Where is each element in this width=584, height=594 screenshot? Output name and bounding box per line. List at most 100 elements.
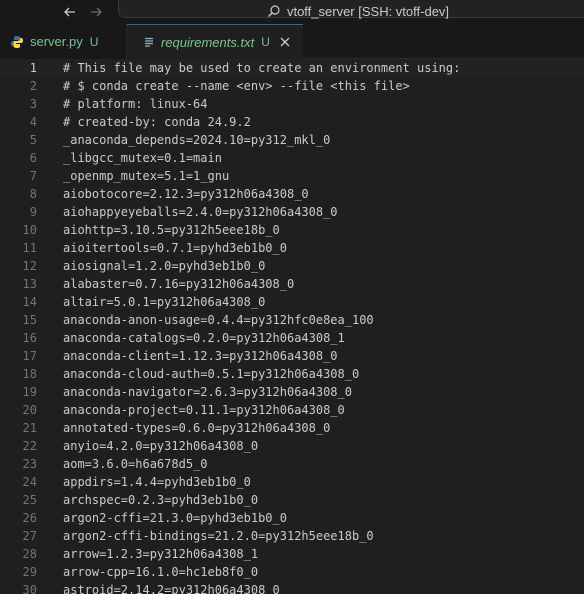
window-title: vtoff_server [SSH: vtoff-dev] bbox=[286, 3, 450, 19]
arrow-left-icon bbox=[64, 7, 75, 17]
code-text: aiohappyeyeballs=2.4.0=py312h06a4308_0 bbox=[63, 205, 338, 219]
code-text: altair=5.0.1=py312h06a4308_0 bbox=[63, 295, 266, 309]
code-text: argon2-cffi=21.3.0=pyhd3eb1b0_0 bbox=[63, 511, 287, 525]
code-text: # This file may be used to create an env… bbox=[63, 61, 461, 75]
code-line[interactable]: 15 anaconda-anon-usage=0.4.4=py312hfc0e8e… bbox=[0, 311, 584, 329]
tab-server-py[interactable]: server.py U bbox=[0, 24, 127, 59]
line-number: 2 bbox=[29, 79, 37, 93]
code-text: annotated-types=0.6.0=py312h06a4308_0 bbox=[63, 421, 331, 435]
code-line[interactable]: 25 archspec=0.2.3=pyhd3eb1b0_0 bbox=[0, 491, 584, 509]
code-text: # created-by: conda 24.9.2 bbox=[63, 115, 251, 129]
code-text: argon2-cffi-bindings=21.2.0=py312h5eee18… bbox=[63, 529, 374, 543]
tab-requirements-txt[interactable]: requirements.txt U bbox=[127, 24, 303, 59]
code-line[interactable]: 3 # platform: linux-64 bbox=[0, 95, 584, 113]
git-status-badge: U bbox=[261, 35, 270, 49]
tab-label: server.py bbox=[30, 34, 83, 49]
code-line[interactable]: 5 _anaconda_depends=2024.10=py312_mkl_0 bbox=[0, 131, 584, 149]
code-line[interactable]: 24 appdirs=1.4.4=pyhd3eb1b0_0 bbox=[0, 473, 584, 491]
code-text: anaconda-client=1.12.3=py312h06a4308_0 bbox=[63, 349, 338, 363]
code-text: aiohttp=3.10.5=py312h5eee18b_0 bbox=[63, 223, 280, 237]
line-number: 9 bbox=[29, 205, 37, 219]
code-line[interactable]: 28 arrow=1.2.3=py312h06a4308_1 bbox=[0, 545, 584, 563]
code-line[interactable]: 8 aiobotocore=2.12.3=py312h06a4308_0 bbox=[0, 185, 584, 203]
line-number: 22 bbox=[22, 439, 37, 453]
git-status-badge: U bbox=[89, 34, 99, 49]
code-text: anaconda-cloud-auth=0.5.1=py312h06a4308_… bbox=[63, 367, 360, 381]
line-number: 13 bbox=[22, 277, 37, 291]
code-line[interactable]: 4 # created-by: conda 24.9.2 bbox=[0, 113, 584, 131]
code-line[interactable]: 7 _openmp_mutex=5.1=1_gnu bbox=[0, 167, 584, 185]
line-number: 29 bbox=[22, 565, 37, 579]
code-text: aiosignal=1.2.0=pyhd3eb1b0_0 bbox=[63, 259, 266, 273]
code-text: _anaconda_depends=2024.10=py312_mkl_0 bbox=[63, 133, 331, 147]
code-line[interactable]: 10 aiohttp=3.10.5=py312h5eee18b_0 bbox=[0, 221, 584, 239]
code-text: anaconda-anon-usage=0.4.4=py312hfc0e8ea_… bbox=[63, 313, 374, 327]
code-line[interactable]: 27 argon2-cffi-bindings=21.2.0=py312h5eee… bbox=[0, 527, 584, 545]
line-number: 25 bbox=[22, 493, 37, 507]
line-number: 15 bbox=[22, 313, 37, 327]
line-number: 21 bbox=[22, 421, 37, 435]
code-line[interactable]: 11 aioitertools=0.7.1=pyhd3eb1b0_0 bbox=[0, 239, 584, 257]
code-text: arrow=1.2.3=py312h06a4308_1 bbox=[63, 547, 259, 561]
close-icon[interactable] bbox=[279, 36, 291, 48]
text-editor[interactable]: 1 # This file may be used to create an en… bbox=[0, 59, 584, 594]
line-number: 5 bbox=[29, 133, 37, 147]
code-line[interactable]: 2 # $ conda create --name <env> --file <t… bbox=[0, 77, 584, 95]
line-number: 11 bbox=[22, 241, 37, 255]
code-text: arrow-cpp=16.1.0=hc1eb8f0_0 bbox=[63, 565, 259, 579]
code-line[interactable]: 12 aiosignal=1.2.0=pyhd3eb1b0_0 bbox=[0, 257, 584, 275]
line-number: 20 bbox=[22, 403, 37, 417]
text-file-icon bbox=[143, 36, 155, 48]
line-number: 6 bbox=[29, 151, 37, 165]
line-number: 12 bbox=[22, 259, 37, 273]
code-line[interactable]: 29 arrow-cpp=16.1.0=hc1eb8f0_0 bbox=[0, 563, 584, 581]
line-number: 26 bbox=[22, 511, 37, 525]
line-number: 28 bbox=[22, 547, 37, 561]
code-text: aiobotocore=2.12.3=py312h06a4308_0 bbox=[63, 187, 309, 201]
code-line[interactable]: 18 anaconda-cloud-auth=0.5.1=py312h06a430… bbox=[0, 365, 584, 383]
code-text: aioitertools=0.7.1=pyhd3eb1b0_0 bbox=[63, 241, 287, 255]
title-bar: vtoff_server [SSH: vtoff-dev] bbox=[0, 0, 584, 24]
code-text: archspec=0.2.3=pyhd3eb1b0_0 bbox=[63, 493, 259, 507]
line-number: 8 bbox=[29, 187, 37, 201]
line-number: 23 bbox=[22, 457, 37, 471]
code-line[interactable]: 13 alabaster=0.7.16=py312h06a4308_0 bbox=[0, 275, 584, 293]
code-line[interactable]: 16 anaconda-catalogs=0.2.0=py312h06a4308_… bbox=[0, 329, 584, 347]
code-line[interactable]: 9 aiohappyeyeballs=2.4.0=py312h06a4308_0 bbox=[0, 203, 584, 221]
code-line[interactable]: 21 annotated-types=0.6.0=py312h06a4308_0 bbox=[0, 419, 584, 437]
code-line[interactable]: 6 _libgcc_mutex=0.1=main bbox=[0, 149, 584, 167]
python-icon bbox=[10, 35, 24, 49]
code-text: _libgcc_mutex=0.1=main bbox=[63, 151, 222, 165]
search-icon bbox=[267, 0, 281, 18]
code-line[interactable]: 17 anaconda-client=1.12.3=py312h06a4308_0 bbox=[0, 347, 584, 365]
line-number: 30 bbox=[22, 583, 37, 594]
code-line[interactable]: 1 # This file may be used to create an en… bbox=[0, 59, 584, 77]
code-line[interactable]: 30 astroid=2.14.2=py312h06a4308_0 bbox=[0, 581, 584, 594]
code-line[interactable]: 14 altair=5.0.1=py312h06a4308_0 bbox=[0, 293, 584, 311]
code-text: anaconda-catalogs=0.2.0=py312h06a4308_1 bbox=[63, 331, 345, 345]
editor-tab-bar: server.py U requirements.txt U bbox=[0, 24, 584, 59]
line-number: 1 bbox=[29, 61, 37, 75]
code-text: anaconda-navigator=2.6.3=py312h06a4308_0 bbox=[63, 385, 352, 399]
line-number: 17 bbox=[22, 349, 37, 363]
code-line[interactable]: 19 anaconda-navigator=2.6.3=py312h06a4308… bbox=[0, 383, 584, 401]
back-button[interactable] bbox=[60, 2, 80, 22]
line-number: 24 bbox=[22, 475, 37, 489]
code-text: astroid=2.14.2=py312h06a4308_0 bbox=[63, 583, 280, 594]
code-line[interactable]: 22 anyio=4.2.0=py312h06a4308_0 bbox=[0, 437, 584, 455]
line-number: 27 bbox=[22, 529, 37, 543]
line-number: 4 bbox=[29, 115, 37, 129]
forward-button[interactable] bbox=[86, 2, 106, 22]
code-text: # platform: linux-64 bbox=[63, 97, 208, 111]
code-text: aom=3.6.0=h6a678d5_0 bbox=[63, 457, 208, 471]
code-text: _openmp_mutex=5.1=1_gnu bbox=[63, 169, 230, 183]
code-line[interactable]: 26 argon2-cffi=21.3.0=pyhd3eb1b0_0 bbox=[0, 509, 584, 527]
line-number: 10 bbox=[22, 223, 37, 237]
line-number: 14 bbox=[22, 295, 37, 309]
code-line[interactable]: 20 anaconda-project=0.11.1=py312h06a4308_… bbox=[0, 401, 584, 419]
line-number: 19 bbox=[22, 385, 37, 399]
command-center-search[interactable]: vtoff_server [SSH: vtoff-dev] bbox=[118, 0, 584, 19]
line-number: 18 bbox=[22, 367, 37, 381]
code-text: appdirs=1.4.4=pyhd3eb1b0_0 bbox=[63, 475, 251, 489]
code-line[interactable]: 23 aom=3.6.0=h6a678d5_0 bbox=[0, 455, 584, 473]
